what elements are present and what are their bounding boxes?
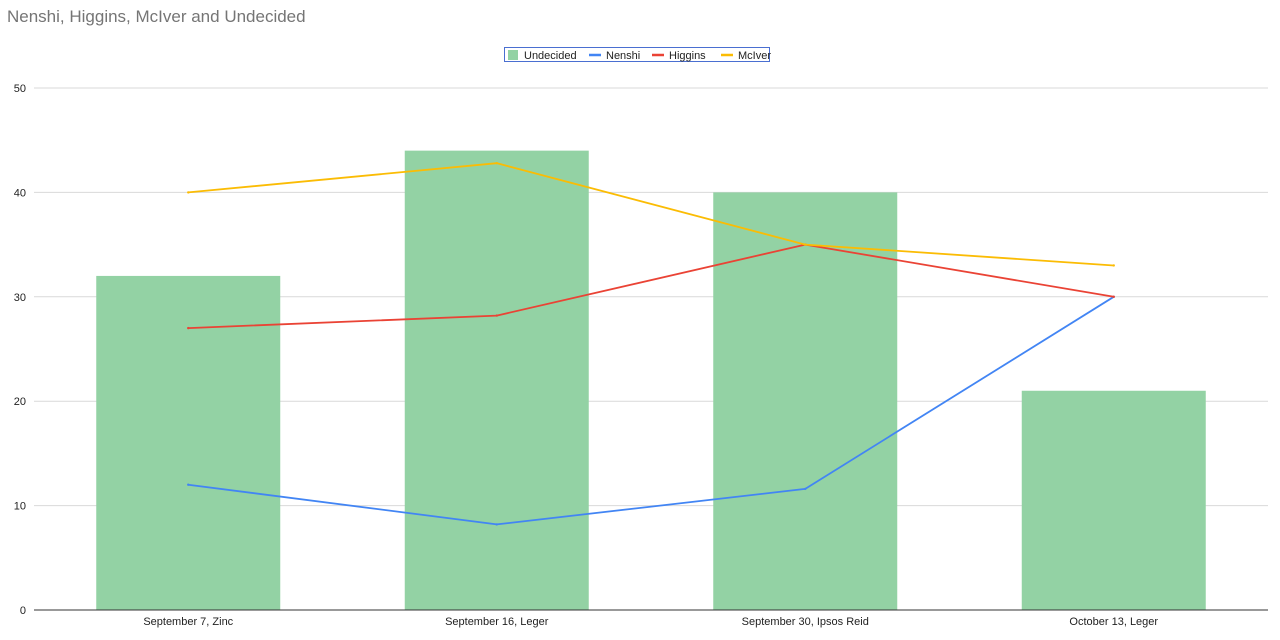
x-tick-label: September 16, Leger (445, 616, 549, 628)
series-line-mciver (188, 162, 1114, 267)
y-tick-label: 30 (14, 292, 26, 304)
y-tick-label: 50 (14, 83, 26, 95)
x-tick-label: September 7, Zinc (143, 616, 233, 628)
y-tick-label: 0 (20, 605, 26, 617)
x-tick-label: October 13, Leger (1069, 616, 1158, 628)
point-nenshi (804, 487, 807, 491)
bar-undecided (404, 150, 589, 610)
point-nenshi (187, 483, 190, 486)
legend-label-mciver: McIver (738, 50, 771, 62)
point-mciver (1112, 264, 1115, 267)
series-line-nenshi (188, 296, 1115, 526)
legend-label-undecided: Undecided (524, 50, 577, 62)
y-tick-label: 10 (14, 501, 26, 513)
y-tick-label: 20 (14, 396, 26, 408)
legend-swatch-undecided (508, 50, 518, 60)
point-mciver (495, 161, 498, 165)
x-tick-label: September 30, Ipsos Reid (742, 616, 869, 628)
chart-canvas: 0 10 20 30 40 50 September 7, Zinc September 16… (14, 50, 1268, 628)
point-mciver (804, 243, 807, 246)
point-higgins (1112, 295, 1115, 298)
legend-label-nenshi: Nenshi (606, 50, 640, 62)
y-tick-label: 40 (14, 187, 26, 199)
point-higgins (187, 326, 190, 330)
point-higgins (495, 314, 498, 317)
bar-undecided (1021, 390, 1206, 610)
point-nenshi (495, 523, 498, 526)
legend-label-higgins: Higgins (669, 50, 706, 62)
series-line-higgins (188, 243, 1114, 330)
point-mciver (187, 191, 190, 194)
